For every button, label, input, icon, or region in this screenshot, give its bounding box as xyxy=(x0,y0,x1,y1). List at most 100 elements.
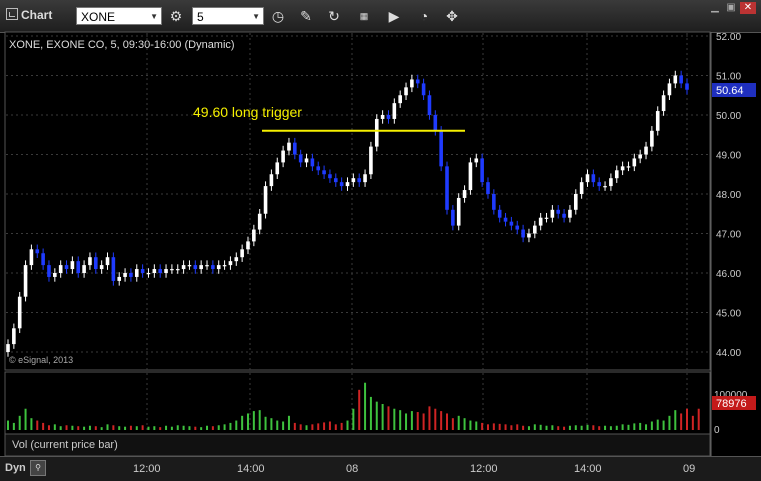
time-label-5: 14:00 xyxy=(574,463,602,475)
volume-bar xyxy=(393,408,396,430)
volume-bar xyxy=(30,418,33,430)
volume-bar xyxy=(246,413,249,430)
volume-bar xyxy=(264,416,267,430)
volume-bar xyxy=(533,424,536,430)
last-volume-marker: 78976 xyxy=(712,396,756,410)
volume-bar xyxy=(650,421,653,430)
candle xyxy=(480,153,484,187)
volume-bar xyxy=(633,423,636,430)
volume-bar xyxy=(680,413,683,430)
volume-bar xyxy=(328,421,331,430)
price-pane xyxy=(4,31,711,371)
volume-bar xyxy=(118,426,121,430)
price-tick-label: 52.00 xyxy=(716,32,741,43)
candle xyxy=(456,193,461,231)
volume-bar xyxy=(469,420,472,430)
volume-bar xyxy=(112,425,115,430)
volume-bar xyxy=(609,426,612,430)
candle xyxy=(111,252,116,286)
volume-bar xyxy=(598,426,601,430)
price-tick-label: 45.00 xyxy=(716,309,741,320)
volume-bar xyxy=(159,427,162,430)
volume-bar xyxy=(481,422,484,430)
volume-bar xyxy=(539,424,542,430)
volume-bar xyxy=(124,426,127,430)
volume-bar xyxy=(604,425,607,430)
volume-bar xyxy=(241,415,244,430)
volume-bar xyxy=(135,426,138,430)
volume-bar xyxy=(340,422,343,430)
volume-bar xyxy=(405,413,408,430)
volume-bar xyxy=(18,415,21,430)
volume-bar xyxy=(276,420,279,430)
volume-bar xyxy=(697,408,700,430)
volume-bar xyxy=(305,425,308,430)
volume-bar xyxy=(492,423,495,430)
volume-bar xyxy=(176,425,179,430)
time-label-6: 09 xyxy=(683,463,696,475)
volume-pane xyxy=(4,371,711,435)
volume-bar xyxy=(194,426,197,430)
candle xyxy=(369,141,373,179)
volume-bar xyxy=(147,426,150,430)
volume-bar xyxy=(229,422,232,430)
volume-bar xyxy=(434,408,437,430)
volume-bar xyxy=(527,426,530,430)
volume-bar xyxy=(170,426,173,430)
price-axis: 52.00 51.00 50.00 49.00 48.00 47.00 46.00 45.00… xyxy=(716,32,741,359)
volume-bar xyxy=(53,424,56,430)
volume-bar xyxy=(369,396,372,430)
volume-bar xyxy=(422,413,425,430)
volume-bar xyxy=(668,415,671,430)
mode-label: Dyn xyxy=(5,462,26,474)
price-tick-label: 50.00 xyxy=(716,111,741,122)
price-tick-label: 46.00 xyxy=(716,269,741,280)
volume-bar xyxy=(200,427,203,430)
volume-bar xyxy=(656,419,659,430)
volume-bar xyxy=(662,420,665,430)
volume-bar xyxy=(334,424,337,430)
candle xyxy=(439,126,443,172)
volume-bar xyxy=(580,425,583,430)
volume-bar xyxy=(639,422,642,430)
volume-bar xyxy=(557,426,560,430)
volume-study-label[interactable]: Vol (current price bar) xyxy=(12,439,118,451)
volume-bar xyxy=(346,420,349,430)
price-tick-label: 49.00 xyxy=(716,151,741,162)
volume-bar xyxy=(299,424,302,430)
volume-bar xyxy=(510,425,513,430)
volume-bar xyxy=(206,425,209,430)
volume-bar xyxy=(440,411,443,430)
trigger-annotation[interactable]: 49.60 long trigger xyxy=(193,104,302,120)
scale-lock-icon[interactable]: ⚲ xyxy=(30,460,46,476)
volume-bar xyxy=(83,426,86,430)
volume-bar xyxy=(691,415,694,430)
time-axis-bar: Dyn ⚲ 12:00 14:00 08 12:00 14:00 09 xyxy=(0,456,761,481)
price-chart[interactable]: 52.00 51.00 50.00 49.00 48.00 47.00 46.00 45.00… xyxy=(0,0,761,456)
volume-bar xyxy=(627,424,630,430)
volume-bar xyxy=(674,410,677,430)
volume-bar xyxy=(317,423,320,430)
volume-bar xyxy=(252,411,255,430)
volume-bar xyxy=(235,420,238,430)
volume-bar xyxy=(282,421,285,430)
price-tick-label: 47.00 xyxy=(716,230,741,241)
volume-bar xyxy=(486,424,489,430)
price-tick-label: 48.00 xyxy=(716,190,741,201)
volume-bar xyxy=(387,406,390,430)
volume-bar xyxy=(475,421,478,430)
volume-bar xyxy=(686,408,688,430)
volume-bar xyxy=(358,389,361,430)
chart-header: XONE, EXONE CO, 5, 09:30-16:00 (Dynamic) xyxy=(9,39,235,51)
volume-bar xyxy=(545,425,548,430)
volume-bar xyxy=(457,415,460,430)
volume-axis-label-zero: 0 xyxy=(714,425,720,436)
candle xyxy=(23,260,28,302)
volume-bar xyxy=(446,413,449,430)
volume-bar xyxy=(223,424,226,430)
candle xyxy=(263,181,268,219)
volume-bar xyxy=(463,418,466,430)
volume-bar xyxy=(592,425,595,430)
volume-bar xyxy=(47,425,50,430)
volume-bar xyxy=(165,425,168,430)
